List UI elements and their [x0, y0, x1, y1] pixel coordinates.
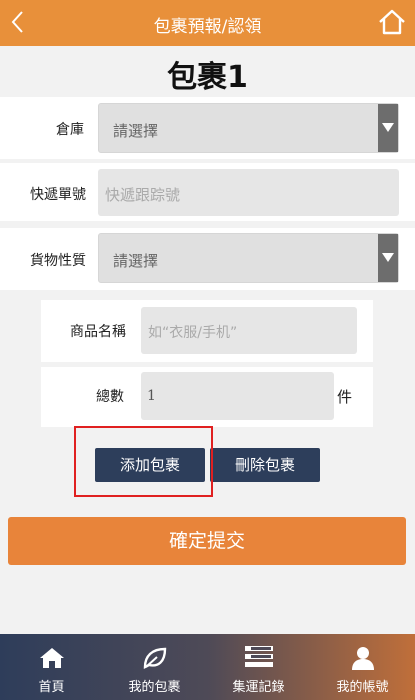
product-name-placeholder: 如“衣服/手机” [148, 325, 238, 341]
quantity-row: 總數 1 件 [41, 367, 373, 427]
package-title: 包裹1 [167, 60, 248, 95]
highlight-box [74, 426, 213, 497]
bottom-tab-bar: 首頁 我的包裹 集運記錄 我的帳號 [0, 634, 415, 700]
tracking-row: 快遞單號 快遞跟踪號 [0, 163, 415, 221]
warehouse-select[interactable]: 請選擇 [98, 103, 399, 153]
quantity-value: 1 [147, 388, 156, 404]
tab-shipping-records[interactable]: 集運記錄 [207, 634, 310, 700]
dropdown-arrow-icon [378, 234, 398, 282]
user-icon [351, 646, 375, 674]
quantity-input[interactable]: 1 [141, 372, 334, 420]
leaf-icon [142, 646, 168, 674]
product-name-row: 商品名稱 如“衣服/手机” [41, 300, 373, 362]
product-name-input[interactable]: 如“衣服/手机” [141, 307, 357, 354]
tracking-input[interactable]: 快遞跟踪號 [98, 169, 399, 216]
tab-home[interactable]: 首頁 [0, 634, 103, 700]
tracking-label: 快遞單號 [30, 187, 86, 203]
cargo-type-value: 請選擇 [113, 252, 159, 270]
page-title: 包裹預報/認領 [153, 17, 262, 37]
tab-my-account[interactable]: 我的帳號 [311, 634, 414, 700]
tab-my-packages-label: 我的包裹 [128, 680, 181, 695]
delete-package-button[interactable]: 刪除包裹 [210, 448, 320, 482]
submit-button[interactable]: 確定提交 [8, 517, 406, 565]
tab-my-packages[interactable]: 我的包裹 [103, 634, 206, 700]
cargo-type-label: 貨物性質 [30, 253, 86, 269]
quantity-unit: 件 [337, 388, 353, 406]
tab-home-label: 首頁 [38, 680, 65, 695]
cargo-type-select[interactable]: 請選擇 [98, 233, 399, 283]
tab-shipping-records-label: 集運記錄 [232, 680, 285, 695]
home-icon[interactable] [377, 8, 407, 36]
dropdown-arrow-icon [378, 104, 398, 152]
product-name-label: 商品名稱 [70, 324, 126, 340]
tracking-placeholder: 快遞跟踪號 [105, 186, 181, 204]
quantity-label: 總數 [96, 389, 124, 405]
tab-my-account-label: 我的帳號 [336, 680, 389, 695]
warehouse-row: 倉庫 請選擇 [0, 97, 415, 159]
home-icon [39, 646, 65, 674]
list-icon [244, 646, 273, 672]
cargo-type-row: 貨物性質 請選擇 [0, 228, 415, 290]
warehouse-value: 請選擇 [113, 122, 159, 140]
warehouse-label: 倉庫 [56, 122, 84, 138]
app-header: 包裹預報/認領 [0, 0, 415, 46]
